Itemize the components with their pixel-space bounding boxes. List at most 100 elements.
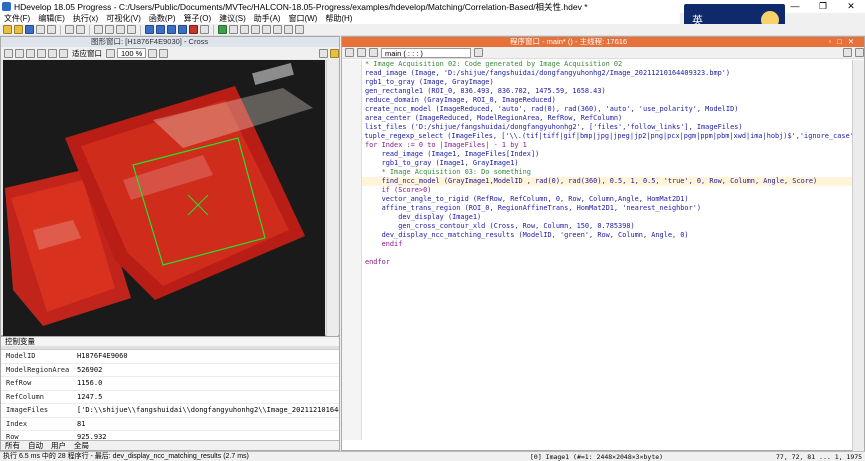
pin-icon[interactable]	[843, 48, 852, 57]
menu-window[interactable]: 窗口(W)	[288, 13, 317, 24]
variable-row[interactable]: ImageFiles ['D:\\shijue\\fangshuidai\\do…	[1, 404, 339, 418]
menu-assistants[interactable]: 助手(A)	[254, 13, 281, 24]
forward-icon[interactable]	[357, 48, 366, 57]
variable-row[interactable]: Index 81	[1, 418, 339, 431]
procedure-select[interactable]: main ( : : : )	[381, 47, 471, 58]
profiler-icon[interactable]	[229, 25, 238, 34]
code-line[interactable]: 13 * Image Acquisition 03: Do something	[362, 168, 854, 177]
code-line[interactable]: 22	[362, 249, 854, 258]
code-line[interactable]: 3rgb1_to_gray (Image, GrayImage)	[362, 78, 854, 87]
code-editor[interactable]: 1* Image Acquisition 02: Code generated …	[342, 60, 854, 440]
image-canvas[interactable]	[3, 60, 325, 337]
variable-row[interactable]: RefColumn 1247.5	[1, 391, 339, 404]
code-line[interactable]: 12 rgb1_to_gray (Image1, GrayImage1)	[362, 159, 854, 168]
menu-edit[interactable]: 编辑(E)	[38, 13, 65, 24]
code-line[interactable]: 1* Image Acquisition 02: Code generated …	[362, 60, 854, 69]
settings-icon[interactable]	[330, 48, 339, 58]
variable-row[interactable]: ModelRegionArea 526902	[1, 364, 339, 377]
feature-histogram-icon[interactable]	[273, 25, 282, 34]
tab-user[interactable]: 用户	[47, 441, 70, 450]
draw-icon[interactable]	[4, 48, 13, 58]
tab-global[interactable]: 全局	[70, 441, 93, 450]
gray-histogram-icon[interactable]	[262, 25, 271, 34]
code-line[interactable]: 16 vector_angle_to_rigid (RefRow, RefCol…	[362, 195, 854, 204]
stop-icon[interactable]	[189, 25, 198, 34]
zoom-select[interactable]: 100 %	[117, 48, 147, 58]
pointer-icon[interactable]	[15, 48, 24, 58]
menu-execute[interactable]: 执行(x)	[73, 13, 98, 24]
code-line[interactable]: 4gen_rectangle1 (ROI_0, 836.493, 836.702…	[362, 87, 854, 96]
variable-row[interactable]: RefRow 1156.0	[1, 377, 339, 391]
hdevelop-app-icon	[2, 2, 11, 11]
edit-procedure-icon[interactable]	[474, 48, 483, 57]
open-file-icon[interactable]	[14, 25, 23, 34]
menu-help[interactable]: 帮助(H)	[325, 13, 352, 24]
code-line[interactable]: 2read_image (Image, 'D:/shijue/fangshuid…	[362, 69, 854, 78]
copy-icon[interactable]	[105, 25, 114, 34]
redo-icon[interactable]	[76, 25, 85, 34]
code-line[interactable]: 20 dev_display_ncc_matching_results (Mod…	[362, 231, 854, 240]
assistant-icon[interactable]	[218, 25, 227, 34]
code-line[interactable]: 17 affine_trans_region (ROI_0, RegionAff…	[362, 204, 854, 213]
code-line[interactable]: 24	[362, 267, 854, 276]
code-line[interactable]: 8list_files ('D:/shijue/fangshuidai/dong…	[362, 123, 854, 132]
menu-bar: 文件(F) 编辑(E) 执行(x) 可视化(V) 函数(P) 算子(O) 建议(…	[0, 13, 680, 24]
list-icon[interactable]	[369, 48, 378, 57]
reset-icon[interactable]	[200, 25, 209, 34]
ocr-icon[interactable]	[295, 25, 304, 34]
close-button[interactable]: ✕	[837, 0, 865, 13]
program-scrollbar[interactable]	[852, 60, 864, 452]
code-line[interactable]: 7area_center (ImageReduced, ModelRegionA…	[362, 114, 854, 123]
undo-icon[interactable]	[65, 25, 74, 34]
fit-window-label[interactable]: 适应窗口	[72, 48, 102, 59]
zoom-icon[interactable]	[37, 48, 46, 58]
zoom-window-icon[interactable]	[251, 25, 260, 34]
menu-file[interactable]: 文件(F)	[4, 13, 30, 24]
code-line[interactable]: 23endfor	[362, 258, 854, 267]
code-line[interactable]: 19 gen_cross_contour_xld (Cross, Row, Co…	[362, 222, 854, 231]
cut-icon[interactable]	[94, 25, 103, 34]
delete-icon[interactable]	[127, 25, 136, 34]
program-window-controls[interactable]: ▫□✕	[829, 37, 860, 47]
zoom-mode-icon[interactable]	[48, 48, 57, 58]
code-line[interactable]: 6create_ncc_model (ImageReduced, 'auto',…	[362, 105, 854, 114]
save-icon[interactable]	[25, 25, 34, 34]
code-line[interactable]: 5reduce_domain (GrayImage, ROI_0, ImageR…	[362, 96, 854, 105]
code-line[interactable]: 11 read_image (Image1, ImageFiles[Index]…	[362, 150, 854, 159]
new-file-icon[interactable]	[3, 25, 12, 34]
code-line[interactable]: 14 find_ncc_model (GrayImage1,ModelID , …	[362, 177, 854, 186]
print-icon[interactable]	[47, 25, 56, 34]
variable-row[interactable]: ModelID H1876F4E9060	[1, 350, 339, 364]
step-out-icon[interactable]	[178, 25, 187, 34]
code-lines[interactable]: 1* Image Acquisition 02: Code generated …	[362, 60, 854, 440]
maximize-button[interactable]: ❐	[809, 0, 837, 13]
save-as-icon[interactable]	[36, 25, 45, 34]
pin-icon[interactable]	[319, 48, 328, 58]
line-profile-icon[interactable]	[284, 25, 293, 34]
code-line[interactable]: 10for Index := 0 to |ImageFiles| - 1 by …	[362, 141, 854, 150]
clear-window-icon[interactable]	[159, 48, 169, 58]
tab-all[interactable]: 所有	[1, 441, 24, 450]
color-icon[interactable]	[148, 48, 158, 58]
paste-icon[interactable]	[116, 25, 125, 34]
menu-operators[interactable]: 算子(O)	[184, 13, 212, 24]
run-icon[interactable]	[145, 25, 154, 34]
menu-procedures[interactable]: 函数(P)	[149, 13, 176, 24]
graphics-scrollbar[interactable]	[326, 60, 338, 337]
code-line[interactable]: 18 dev_display (Image1)	[362, 213, 854, 222]
minimize-button[interactable]: —	[781, 0, 809, 13]
code-line[interactable]: 15 if (Score>0)	[362, 186, 854, 195]
code-line[interactable]: 9tuple_regexp_select (ImageFiles, ['\\.(…	[362, 132, 854, 141]
line-gutter[interactable]	[342, 60, 362, 440]
step-over-icon[interactable]	[156, 25, 165, 34]
inspect-icon[interactable]	[240, 25, 249, 34]
code-line[interactable]: 21 endif	[362, 240, 854, 249]
menu-visualize[interactable]: 可视化(V)	[106, 13, 141, 24]
fit-window-icon[interactable]	[59, 48, 68, 58]
tab-auto[interactable]: 自动	[24, 441, 47, 450]
step-into-icon[interactable]	[167, 25, 176, 34]
pan-icon[interactable]	[26, 48, 35, 58]
close-tab-icon[interactable]	[855, 48, 864, 57]
back-icon[interactable]	[345, 48, 354, 57]
menu-suggestions[interactable]: 建议(S)	[219, 13, 246, 24]
